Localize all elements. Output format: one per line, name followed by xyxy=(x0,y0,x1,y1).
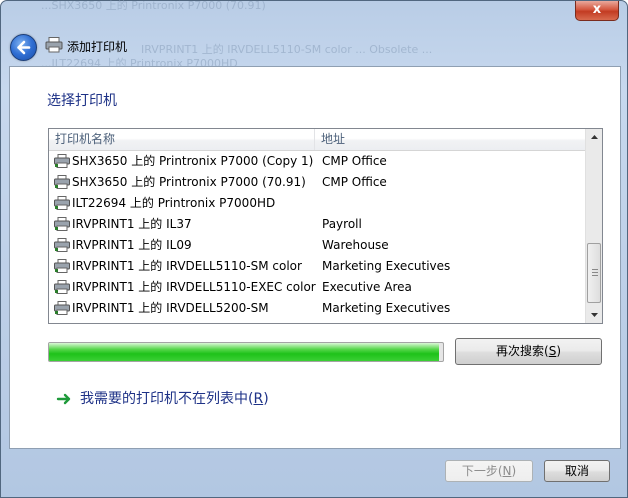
scroll-up-icon[interactable] xyxy=(586,129,603,146)
printer-address: Marketing Executives xyxy=(322,301,451,315)
list-item[interactable]: SHX3650 上的 Printronix P7000 (Copy 1) CMP… xyxy=(49,151,585,172)
printer-icon xyxy=(45,37,63,53)
search-progress-bar xyxy=(48,342,444,362)
printer-icon xyxy=(54,154,70,168)
window-frame: ...SHX3650 上的 Printronix P7000 (70.91) I… xyxy=(0,0,628,498)
vertical-scrollbar[interactable] xyxy=(585,129,603,323)
list-header: 打印机名称 地址 xyxy=(49,129,585,151)
progress-fill xyxy=(49,343,440,361)
list-item[interactable]: IRVPRINT1 上的 IL37 Payroll xyxy=(49,214,585,235)
printer-address: CMP Office xyxy=(322,175,387,189)
printer-name: SHX3650 上的 Printronix P7000 (Copy 1) xyxy=(72,154,314,168)
printer-address: Payroll xyxy=(322,217,362,231)
printer-name: IRVPRINT1 上的 IRVDELL5200-SM xyxy=(72,301,269,315)
printer-icon xyxy=(54,238,70,252)
green-arrow-icon xyxy=(56,393,71,405)
printer-icon xyxy=(54,217,70,231)
list-item[interactable]: IRVPRINT1 上的 IRVDELL5110-EXEC color Exec… xyxy=(49,277,585,298)
wizard-content: 选择打印机 打印机名称 地址 SHX3650 上的 Printronix P70… xyxy=(9,66,621,449)
window-title: 添加打印机 xyxy=(67,40,128,54)
printer-address: Executive Area xyxy=(322,280,412,294)
printer-address: CMP Office xyxy=(322,154,387,168)
list-item[interactable]: SHX3650 上的 Printronix P7000 (70.91) CMP … xyxy=(49,172,585,193)
next-button[interactable]: 下一步(N) xyxy=(445,460,533,482)
list-rows: SHX3650 上的 Printronix P7000 (Copy 1) CMP… xyxy=(49,151,585,319)
printer-address: Warehouse xyxy=(322,238,389,252)
printer-name: IRVPRINT1 上的 IRVDELL5110-SM color xyxy=(72,259,302,273)
printer-icon xyxy=(54,175,70,189)
printer-icon xyxy=(54,259,70,273)
printer-list[interactable]: 打印机名称 地址 SHX3650 上的 Printronix P7000 (Co… xyxy=(48,128,603,324)
scroll-down-icon[interactable] xyxy=(586,306,603,323)
list-item[interactable]: IRVPRINT1 上的 IL09 Warehouse xyxy=(49,235,585,256)
column-header-name[interactable]: 打印机名称 xyxy=(49,129,315,150)
column-header-address[interactable]: 地址 xyxy=(315,129,585,150)
printer-icon xyxy=(54,280,70,294)
printer-name: IRVPRINT1 上的 IL37 xyxy=(72,217,192,231)
background-text: ...SHX3650 上的 Printronix P7000 (70.91) xyxy=(41,0,266,12)
printer-name: IRVPRINT1 上的 IRVDELL5110-EXEC color xyxy=(72,280,316,294)
printer-not-listed-label[interactable]: 我需要的打印机不在列表中(R) xyxy=(80,388,269,408)
close-button[interactable]: x xyxy=(575,1,619,21)
back-arrow-icon xyxy=(17,40,31,55)
printer-icon xyxy=(54,301,70,315)
back-button[interactable] xyxy=(10,34,37,61)
printer-name: IRVPRINT1 上的 IL09 xyxy=(72,238,192,252)
printer-name: SHX3650 上的 Printronix P7000 (70.91) xyxy=(72,175,306,189)
printer-address: Marketing Executives xyxy=(322,259,451,273)
printer-icon xyxy=(54,196,70,210)
list-item[interactable]: IRVPRINT1 上的 IRVDELL5110-SM color Market… xyxy=(49,256,585,277)
list-item[interactable]: IRVPRINT1 上的 IRVDELL5200-SM Marketing Ex… xyxy=(49,298,585,319)
close-icon: x xyxy=(592,2,602,17)
list-item[interactable]: ILT22694 上的 Printronix P7000HD xyxy=(49,193,585,214)
printer-name: ILT22694 上的 Printronix P7000HD xyxy=(72,196,276,210)
page-title: 选择打印机 xyxy=(47,93,117,109)
scrollbar-thumb[interactable] xyxy=(587,243,601,303)
cancel-button[interactable]: 取消 xyxy=(544,460,610,482)
search-again-button[interactable]: 再次搜索(S) xyxy=(455,338,602,365)
